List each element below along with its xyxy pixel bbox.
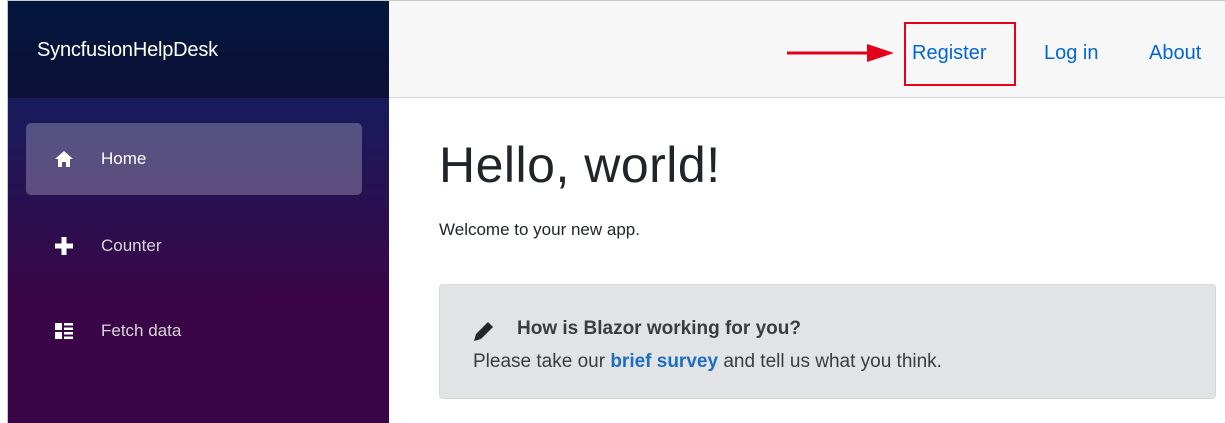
- sidebar-item-fetch-data[interactable]: Fetch data: [26, 295, 362, 367]
- login-link[interactable]: Log in: [1044, 42, 1099, 65]
- brand-bar: SyncfusionHelpDesk: [8, 1, 389, 98]
- survey-text-before: Please take our: [473, 351, 606, 372]
- home-icon: [53, 148, 75, 170]
- page-title: Hello, world!: [439, 137, 721, 193]
- sidebar-item-home[interactable]: Home: [26, 123, 362, 195]
- sidebar: SyncfusionHelpDesk Home Counter Fetch da…: [8, 1, 389, 423]
- brand-link[interactable]: SyncfusionHelpDesk: [37, 39, 218, 62]
- survey-text: Please take our brief survey and tell us…: [473, 351, 942, 373]
- sidebar-item-label: Home: [101, 149, 147, 168]
- survey-text-after: and tell us what you think.: [723, 351, 942, 372]
- top-row: Register Log in About: [389, 1, 1225, 98]
- app-window: SyncfusionHelpDesk Home Counter Fetch da…: [7, 0, 1225, 423]
- welcome-text: Welcome to your new app.: [439, 220, 640, 239]
- survey-prompt: How is Blazor working for you? Please ta…: [439, 284, 1216, 399]
- plus-icon: [53, 235, 75, 257]
- list-icon: [53, 320, 75, 342]
- sidebar-item-label: Fetch data: [101, 321, 182, 340]
- survey-title: How is Blazor working for you?: [517, 318, 801, 339]
- arrow-annotation-icon: [787, 44, 894, 62]
- about-link[interactable]: About: [1149, 42, 1201, 65]
- pencil-icon: [474, 322, 493, 341]
- sidebar-item-label: Counter: [101, 236, 162, 255]
- sidebar-item-counter[interactable]: Counter: [26, 210, 362, 282]
- register-link[interactable]: Register: [912, 42, 986, 65]
- brief-survey-link[interactable]: brief survey: [610, 351, 718, 372]
